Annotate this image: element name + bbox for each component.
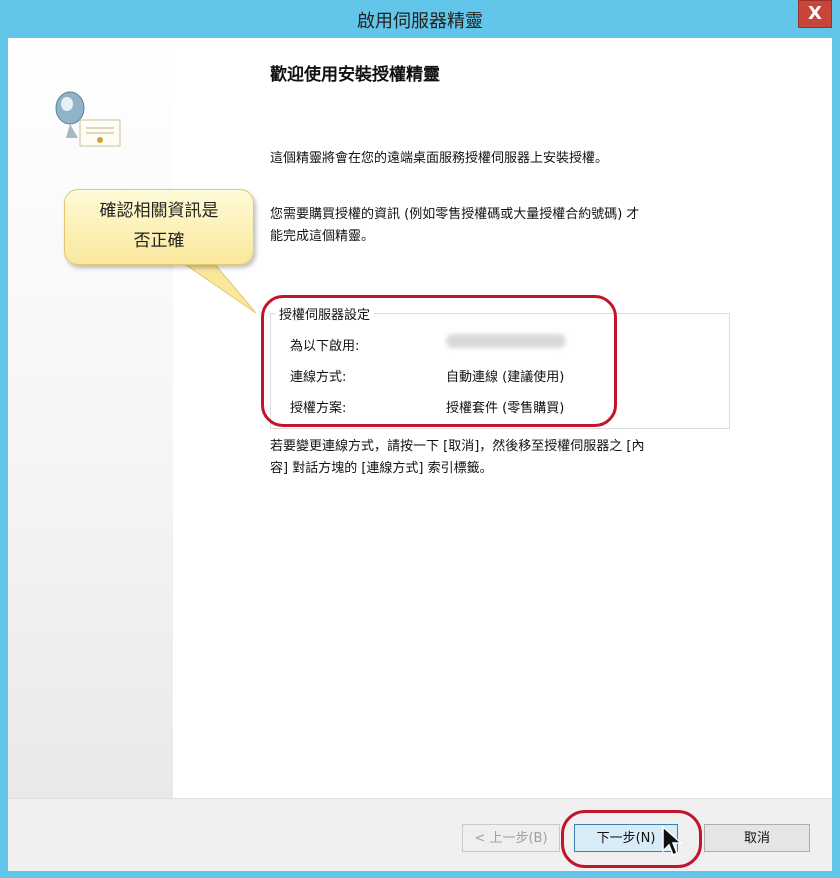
intro-paragraph: 這個精靈將會在您的遠端桌面服務授權伺服器上安裝授權。 <box>270 148 608 170</box>
callout-line-2: 否正確 <box>133 231 185 251</box>
close-icon: X <box>808 3 822 24</box>
mouse-cursor-icon <box>662 825 683 857</box>
change-connection-line-2: 容] 對話方塊的 [連線方式] 索引標籤。 <box>270 461 493 476</box>
change-connection-paragraph: 若要變更連線方式，請按一下 [取消]，然後移至授權伺服器之 [內 容] 對話方塊… <box>270 436 644 480</box>
requirements-line-2: 能完成這個精靈。 <box>270 229 375 244</box>
window-title: 啟用伺服器精靈 <box>357 11 483 32</box>
wizard-window: 啟用伺服器精靈 X 歡迎使用安裝授權精靈 這個精靈將會在您的遠端桌面服務授權伺服… <box>0 0 840 878</box>
intro-text: 這個精靈將會在您的遠端桌面服務授權伺服器上安裝授權。 <box>270 151 609 166</box>
callout-line-1: 確認相關資訊是 <box>99 201 219 221</box>
back-button[interactable]: < 上一步(B) <box>462 824 560 852</box>
wizard-client-area: 歡迎使用安裝授權精靈 這個精靈將會在您的遠端桌面服務授權伺服器上安裝授權。 您需… <box>8 38 832 871</box>
requirements-paragraph: 您需要購買授權的資訊 (例如零售授權碼或大量授權合約號碼) 才 能完成這個精靈。 <box>270 204 639 248</box>
requirements-line-1: 您需要購買授權的資訊 (例如零售授權碼或大量授權合約號碼) 才 <box>270 207 640 222</box>
cancel-button[interactable]: 取消 <box>704 824 810 852</box>
settings-highlight-annotation <box>261 295 617 427</box>
close-button[interactable]: X <box>798 0 832 28</box>
title-bar[interactable]: 啟用伺服器精靈 X <box>0 0 840 38</box>
watermark <box>226 418 246 492</box>
change-connection-line-1: 若要變更連線方式，請按一下 [取消]，然後移至授權伺服器之 [內 <box>270 439 645 454</box>
annotation-callout: 確認相關資訊是 否正確 <box>64 189 254 265</box>
